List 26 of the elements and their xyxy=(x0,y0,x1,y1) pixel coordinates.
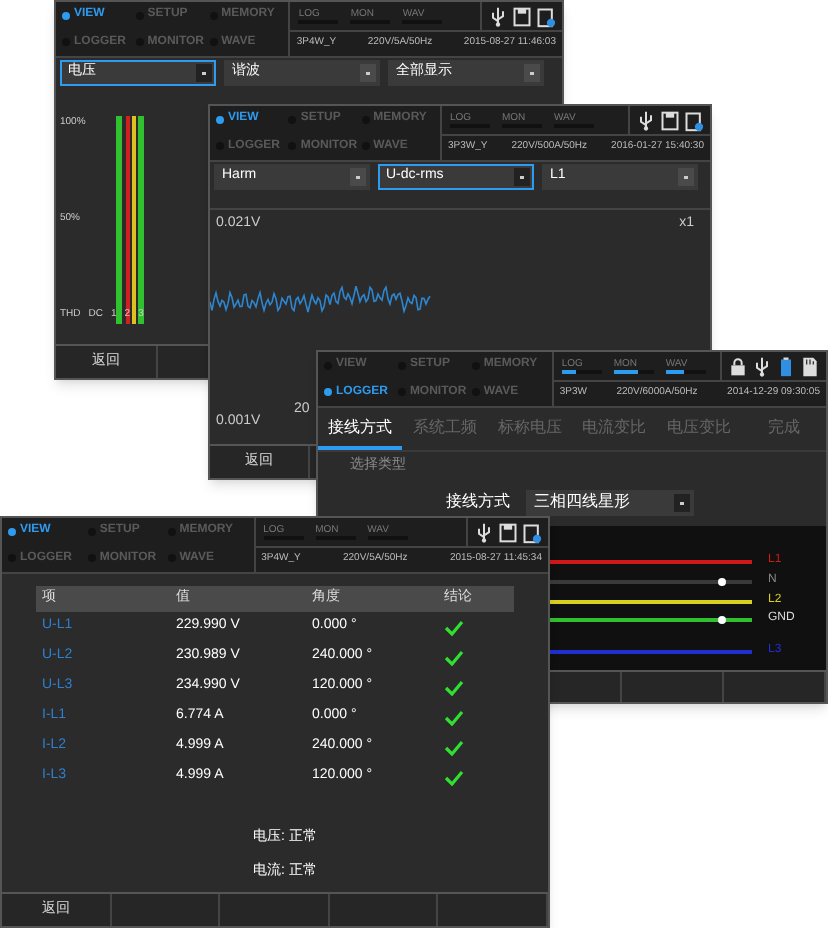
node-dot xyxy=(718,615,726,624)
usb-icon xyxy=(752,355,772,377)
caret-icon xyxy=(674,493,690,512)
node-dot xyxy=(718,577,726,586)
caret-icon xyxy=(524,64,540,82)
clipboard-icon xyxy=(684,109,704,131)
tab[interactable]: 标称电压 xyxy=(487,408,572,451)
sd-card-icon xyxy=(800,355,820,377)
usb-icon xyxy=(474,521,494,543)
caret-icon xyxy=(196,64,212,82)
field-label: 接线方式 xyxy=(446,490,510,515)
clipboard-icon xyxy=(536,5,556,27)
caret-icon xyxy=(350,168,366,186)
tab[interactable]: 接线方式 xyxy=(318,408,403,451)
wiring-dropdown[interactable]: 三相四线星形 xyxy=(526,489,694,516)
caret-icon xyxy=(514,168,530,186)
tab[interactable]: 电压变比 xyxy=(656,408,742,451)
tab[interactable]: 系统工频 xyxy=(402,408,488,451)
caret-icon xyxy=(678,168,694,186)
usb-icon xyxy=(488,5,508,27)
tab[interactable]: 完成 xyxy=(741,408,826,451)
caret-icon xyxy=(360,64,376,82)
clipboard-icon xyxy=(522,521,542,543)
battery-icon xyxy=(776,355,796,377)
usb-icon xyxy=(636,109,656,131)
tab[interactable]: 电流变比 xyxy=(571,408,657,451)
